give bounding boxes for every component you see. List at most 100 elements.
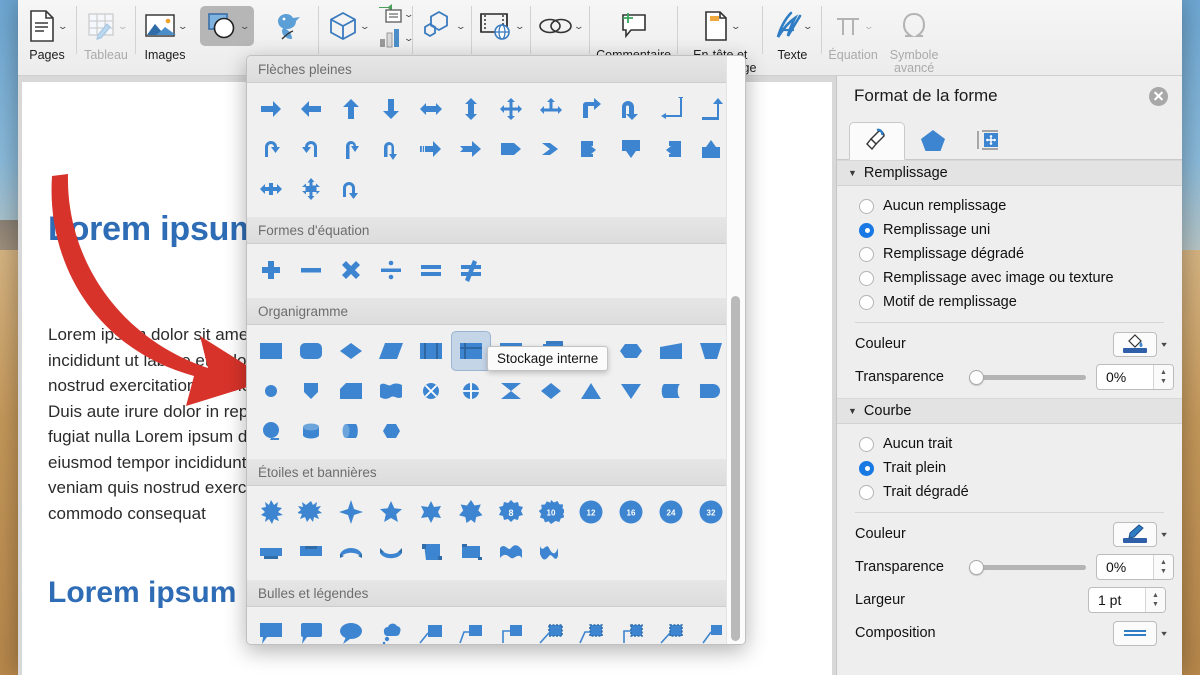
toolbar-button-textbox[interactable]: ⌄ <box>377 2 414 26</box>
stroke-transparency-stepper[interactable]: 0% ▲ ▼ <box>1096 554 1174 580</box>
chevron-down-icon[interactable]: ⌄ <box>239 21 250 31</box>
shape-arrow-u-turn[interactable] <box>611 89 651 129</box>
shape-preparation[interactable] <box>611 331 651 371</box>
shape-process[interactable] <box>251 331 291 371</box>
shape-wave[interactable] <box>491 532 531 572</box>
shape-stored-data[interactable] <box>651 371 691 411</box>
shape-arrow-left-right[interactable] <box>411 89 451 129</box>
toolbar-button-video-web[interactable]: ⌄ <box>472 0 530 46</box>
toolbar-button-objet3d[interactable]: ⌄ <box>319 0 377 46</box>
chevron-down-icon[interactable]: ⌄ <box>117 21 128 31</box>
close-icon[interactable] <box>1149 86 1168 106</box>
shape-line-callout-border-3[interactable] <box>611 613 651 644</box>
shape-manual-input[interactable] <box>651 331 691 371</box>
shape-arrow-bent-up-right[interactable] <box>571 89 611 129</box>
chevron-down-icon[interactable]: ⌄ <box>359 21 370 31</box>
shape-data[interactable] <box>371 331 411 371</box>
section-header-remplissage[interactable]: ▼ Remplissage <box>837 160 1182 186</box>
chevron-down-icon[interactable]: ⌄ <box>403 33 414 43</box>
stepper-arrows[interactable]: ▲ ▼ <box>1153 555 1173 579</box>
shape-arrow-quad-callout[interactable] <box>291 169 331 209</box>
shape-arrow-curved-right[interactable] <box>291 129 331 169</box>
shape-line-callout-border-2[interactable] <box>571 613 611 644</box>
stepper-value[interactable]: 0% <box>1097 555 1153 579</box>
stroke-composition-button[interactable] <box>1112 620 1157 646</box>
shape-off-page-connector[interactable] <box>291 371 331 411</box>
chevron-down-icon[interactable]: ⌄ <box>802 21 813 31</box>
stepper-arrows[interactable]: ▲ ▼ <box>1145 588 1165 612</box>
toolbar-button-hexagones[interactable]: ⌄ <box>413 0 471 46</box>
shape-alternate-process[interactable] <box>291 331 331 371</box>
shape-arrow-up-down[interactable] <box>451 89 491 129</box>
shape-arrow-curved-left[interactable] <box>251 129 291 169</box>
slider-knob[interactable] <box>969 369 984 385</box>
shape-arrow-left-callout[interactable] <box>651 129 691 169</box>
shape-double-wave[interactable] <box>531 532 571 572</box>
shape-arrow-chevron[interactable] <box>531 129 571 169</box>
fill-transparency-stepper[interactable]: 0% ▲ ▼ <box>1096 364 1174 390</box>
shape-manual-operation[interactable] <box>691 331 731 371</box>
shape-arrow-right[interactable] <box>251 89 291 129</box>
stepper-value[interactable]: 1 pt <box>1089 588 1145 612</box>
shape-line-callout-1[interactable] <box>411 613 451 644</box>
shape-vertical-scroll[interactable] <box>411 532 451 572</box>
chevron-down-icon[interactable]: ⌄ <box>455 21 466 31</box>
stroke-color-button[interactable] <box>1112 521 1157 547</box>
shape-curved-ribbon-down[interactable] <box>371 532 411 572</box>
stroke-width-stepper[interactable]: 1 pt ▲ ▼ <box>1088 587 1166 613</box>
toolbar-button-symbole-avance[interactable]: Symbole avancé <box>884 0 945 75</box>
shape-merge[interactable] <box>611 371 651 411</box>
stepper-down-icon[interactable]: ▼ <box>1160 568 1167 575</box>
shape-not-equal[interactable] <box>451 250 491 290</box>
shape-arrow-bent-left-up[interactable] <box>651 89 691 129</box>
shapes-popover[interactable]: Flèches pleines Formes d'équation Organi… <box>246 55 746 645</box>
shape-seal-24[interactable]: 24 <box>651 492 691 532</box>
shape-arrow-left[interactable] <box>291 89 331 129</box>
toolbar-button-formes[interactable]: ⌄ <box>194 0 260 49</box>
shape-arrow-down-callout[interactable] <box>611 129 651 169</box>
shape-display[interactable] <box>371 411 411 451</box>
shape-horizontal-scroll[interactable] <box>451 532 491 572</box>
popover-scrollbar-thumb[interactable] <box>731 296 740 641</box>
shape-direct-access[interactable] <box>331 411 371 451</box>
shape-arrow-striped-right[interactable] <box>411 129 451 169</box>
chevron-down-icon[interactable]: ⌄ <box>514 21 525 31</box>
shape-line-callout-2[interactable] <box>451 613 491 644</box>
shape-divide[interactable] <box>371 250 411 290</box>
toolbar-button-media[interactable] <box>260 0 318 46</box>
toolbar-button-texte[interactable]: ⌄ Texte <box>763 0 821 62</box>
shape-line-callout-accent-2[interactable] <box>691 613 731 644</box>
tab-forme[interactable] <box>905 121 961 159</box>
radio-remplissage-uni[interactable]: Remplissage uni <box>837 218 1182 242</box>
shape-star-6[interactable] <box>411 492 451 532</box>
toolbar-button-images[interactable]: ⌄ Images <box>136 0 194 62</box>
toolbar-button-pages[interactable]: ⌄ Pages <box>18 0 76 62</box>
toolbar-button-commentaire[interactable]: Commentaire <box>590 0 677 62</box>
toolbar-button-equation[interactable]: ⌄ Équation <box>822 0 883 62</box>
shape-multiply[interactable] <box>331 250 371 290</box>
shape-curved-ribbon-up[interactable] <box>331 532 371 572</box>
chevron-down-icon[interactable]: ⌄ <box>573 21 584 31</box>
radio-trait-degrade[interactable]: Trait dégradé <box>837 480 1182 504</box>
shape-seal-8[interactable]: 8 <box>491 492 531 532</box>
shape-seal-10[interactable]: 10 <box>531 492 571 532</box>
shape-collate[interactable] <box>491 371 531 411</box>
radio-aucun-trait[interactable]: Aucun trait <box>837 432 1182 456</box>
shape-line-callout-border-1[interactable] <box>531 613 571 644</box>
toolbar-button-lien[interactable]: ⌄ <box>531 0 589 46</box>
fill-color-button[interactable] <box>1112 331 1157 357</box>
shape-arrow-pentagon[interactable] <box>491 129 531 169</box>
shape-arrow-tri[interactable] <box>531 89 571 129</box>
shape-summing-junction[interactable] <box>411 371 451 411</box>
shape-arrow-notched-right[interactable] <box>451 129 491 169</box>
shape-line-callout-accent-1[interactable] <box>651 613 691 644</box>
shape-sequential-access[interactable] <box>251 411 291 451</box>
shape-seal-12[interactable]: 12 <box>571 492 611 532</box>
shape-cloud-callout[interactable] <box>371 613 411 644</box>
tab-disposition[interactable] <box>961 121 1017 159</box>
shape-magnetic-disk[interactable] <box>291 411 331 451</box>
shape-arrow-left-right-callout[interactable] <box>251 169 291 209</box>
shape-plus[interactable] <box>251 250 291 290</box>
toolbar-button-graphique[interactable]: ⌄ <box>377 26 414 50</box>
stepper-down-icon[interactable]: ▼ <box>1160 378 1167 385</box>
